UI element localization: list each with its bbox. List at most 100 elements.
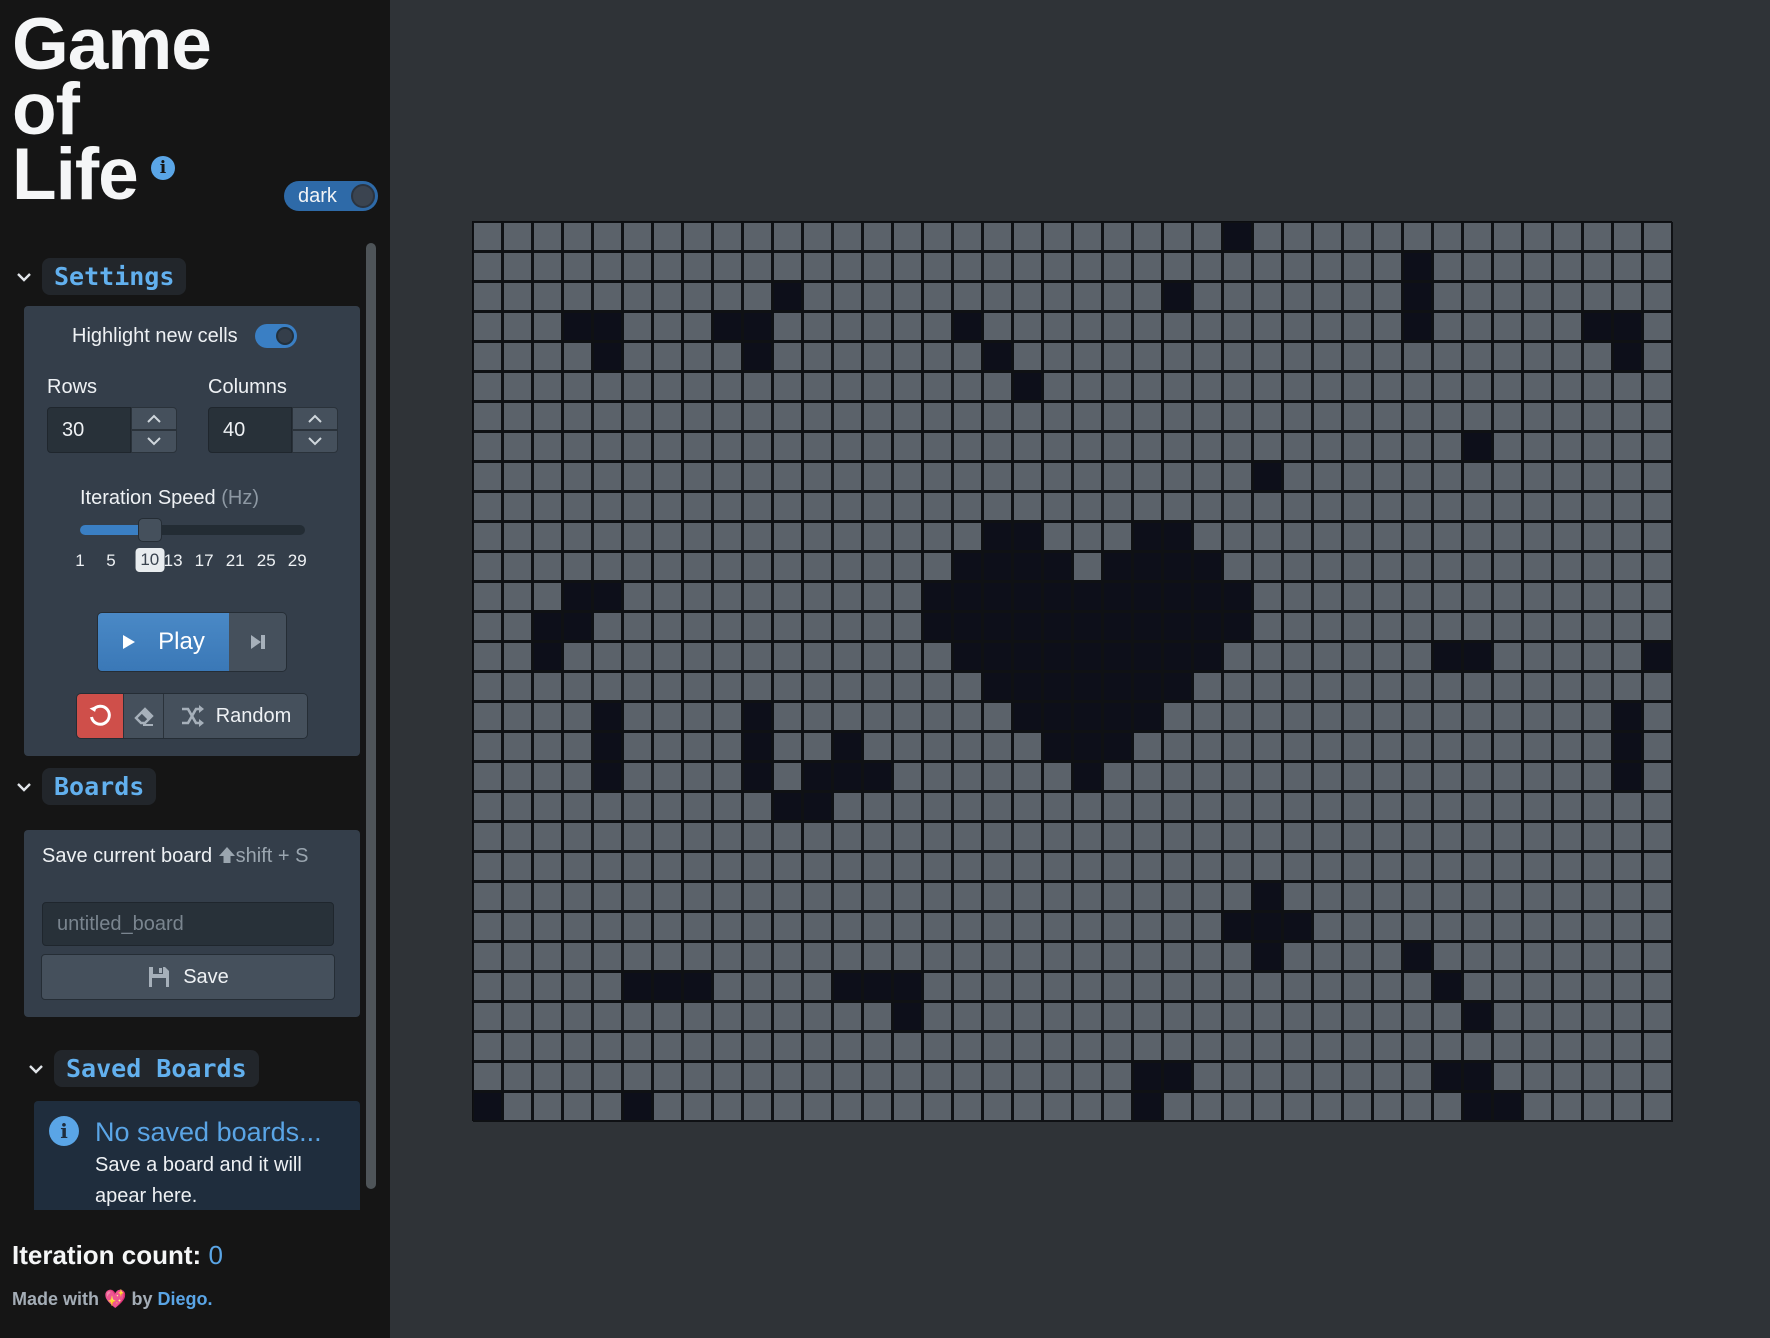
cell-dead[interactable] [1433, 552, 1463, 582]
cell-dead[interactable] [1253, 432, 1283, 462]
cell-dead[interactable] [773, 1002, 803, 1032]
cell-dead[interactable] [1223, 522, 1253, 552]
cell-dead[interactable] [803, 402, 833, 432]
cell-dead[interactable] [923, 762, 953, 792]
cell-alive[interactable] [1133, 672, 1163, 702]
cell-dead[interactable] [773, 462, 803, 492]
cell-dead[interactable] [1463, 1032, 1493, 1062]
cell-dead[interactable] [1433, 342, 1463, 372]
cell-dead[interactable] [983, 822, 1013, 852]
cell-alive[interactable] [1193, 612, 1223, 642]
cell-dead[interactable] [1343, 702, 1373, 732]
cell-dead[interactable] [1523, 612, 1553, 642]
cell-dead[interactable] [563, 252, 593, 282]
rows-input[interactable]: 30 [47, 407, 177, 453]
cell-dead[interactable] [713, 642, 743, 672]
cell-dead[interactable] [653, 732, 683, 762]
cell-dead[interactable] [563, 852, 593, 882]
cell-dead[interactable] [833, 312, 863, 342]
cell-dead[interactable] [473, 822, 503, 852]
cell-dead[interactable] [1103, 252, 1133, 282]
cell-dead[interactable] [563, 492, 593, 522]
cell-dead[interactable] [473, 1032, 503, 1062]
cell-dead[interactable] [1193, 792, 1223, 822]
cell-dead[interactable] [653, 312, 683, 342]
cell-dead[interactable] [1613, 792, 1643, 822]
cell-dead[interactable] [1433, 582, 1463, 612]
cell-dead[interactable] [1223, 882, 1253, 912]
cell-dead[interactable] [1553, 312, 1583, 342]
cell-dead[interactable] [1313, 912, 1343, 942]
cell-alive[interactable] [1643, 642, 1673, 672]
cell-alive[interactable] [1043, 612, 1073, 642]
cell-dead[interactable] [713, 402, 743, 432]
cell-dead[interactable] [503, 552, 533, 582]
cell-dead[interactable] [1433, 312, 1463, 342]
cell-dead[interactable] [1343, 912, 1373, 942]
cell-dead[interactable] [803, 702, 833, 732]
cell-dead[interactable] [1313, 1032, 1343, 1062]
cell-dead[interactable] [563, 432, 593, 462]
cell-dead[interactable] [1553, 432, 1583, 462]
cell-dead[interactable] [1463, 342, 1493, 372]
cell-dead[interactable] [623, 402, 653, 432]
cell-dead[interactable] [1553, 522, 1583, 552]
cell-dead[interactable] [1103, 222, 1133, 252]
cell-dead[interactable] [1073, 912, 1103, 942]
cell-dead[interactable] [773, 702, 803, 732]
cell-dead[interactable] [1463, 492, 1493, 522]
cell-dead[interactable] [893, 312, 923, 342]
cell-dead[interactable] [983, 1092, 1013, 1122]
cell-dead[interactable] [563, 402, 593, 432]
cell-dead[interactable] [563, 702, 593, 732]
cell-dead[interactable] [983, 462, 1013, 492]
cell-dead[interactable] [1073, 342, 1103, 372]
cell-dead[interactable] [1553, 1032, 1583, 1062]
cell-alive[interactable] [1463, 1062, 1493, 1092]
cell-dead[interactable] [533, 792, 563, 822]
cell-dead[interactable] [473, 312, 503, 342]
cell-dead[interactable] [1253, 1092, 1283, 1122]
cell-dead[interactable] [533, 972, 563, 1002]
cell-dead[interactable] [1523, 762, 1553, 792]
cell-alive[interactable] [1043, 672, 1073, 702]
cell-dead[interactable] [803, 582, 833, 612]
cell-dead[interactable] [1373, 792, 1403, 822]
cell-dead[interactable] [503, 402, 533, 432]
cell-dead[interactable] [1643, 822, 1673, 852]
cell-alive[interactable] [1073, 612, 1103, 642]
cell-dead[interactable] [1283, 282, 1313, 312]
cell-dead[interactable] [1313, 822, 1343, 852]
cell-dead[interactable] [803, 1062, 833, 1092]
cell-dead[interactable] [1163, 732, 1193, 762]
cell-dead[interactable] [1073, 282, 1103, 312]
cell-dead[interactable] [833, 882, 863, 912]
cell-alive[interactable] [1613, 312, 1643, 342]
cell-dead[interactable] [923, 462, 953, 492]
cell-dead[interactable] [503, 882, 533, 912]
cell-dead[interactable] [1403, 822, 1433, 852]
cell-dead[interactable] [653, 282, 683, 312]
cell-dead[interactable] [1283, 672, 1313, 702]
cell-dead[interactable] [743, 882, 773, 912]
cell-dead[interactable] [803, 822, 833, 852]
cell-dead[interactable] [893, 612, 923, 642]
cell-dead[interactable] [623, 582, 653, 612]
cell-alive[interactable] [1253, 942, 1283, 972]
cell-dead[interactable] [893, 702, 923, 732]
cell-dead[interactable] [713, 462, 743, 492]
cell-dead[interactable] [1583, 792, 1613, 822]
cell-dead[interactable] [683, 852, 713, 882]
cell-dead[interactable] [1613, 672, 1643, 702]
cell-dead[interactable] [1643, 852, 1673, 882]
cell-dead[interactable] [623, 852, 653, 882]
cell-dead[interactable] [713, 252, 743, 282]
cell-dead[interactable] [1643, 552, 1673, 582]
cell-dead[interactable] [1253, 1032, 1283, 1062]
cell-dead[interactable] [593, 792, 623, 822]
cell-dead[interactable] [743, 552, 773, 582]
cell-dead[interactable] [473, 252, 503, 282]
cell-dead[interactable] [1133, 942, 1163, 972]
cell-dead[interactable] [1133, 852, 1163, 882]
cell-dead[interactable] [743, 1032, 773, 1062]
